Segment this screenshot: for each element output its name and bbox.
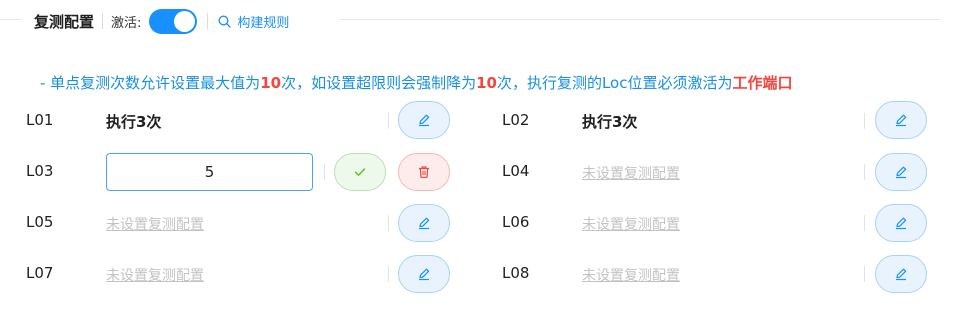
header-separator-2 — [207, 13, 209, 29]
header-divider-right — [340, 19, 940, 20]
notice-max-1: 10 — [260, 74, 282, 92]
notice-part-3: 次，执行复测的Loc位置必须激活为 — [496, 74, 733, 92]
delete-button-l03[interactable] — [398, 153, 450, 191]
row-label-l08: L08 — [502, 264, 530, 282]
row-label-l06: L06 — [502, 213, 530, 231]
row-label-l01: L01 — [26, 111, 54, 129]
notice-part-1: - 单点复测次数允许设置最大值为 — [40, 74, 261, 92]
edit-button-l08[interactable] — [875, 255, 927, 293]
row-label-l07: L07 — [26, 264, 54, 282]
row-label-l03: L03 — [26, 162, 54, 180]
row-value-l01: 执行3次 — [106, 113, 162, 131]
row-value-l04: 未设置复测配置 — [582, 166, 680, 182]
row-separator — [864, 164, 865, 180]
pencil-icon — [419, 114, 430, 127]
row-separator — [864, 113, 865, 129]
edit-button-l02[interactable] — [875, 101, 927, 139]
pencil-icon — [896, 114, 907, 127]
row-value-l07: 未设置复测配置 — [106, 268, 204, 284]
toggle-knob — [174, 10, 196, 32]
row-value-l05: 未设置复测配置 — [106, 217, 204, 233]
row-separator — [864, 266, 865, 282]
header-bar: 复测配置 激活: 构建规则 — [34, 8, 289, 34]
row-value-l06: 未设置复测配置 — [582, 217, 680, 233]
row-value-l08: 未设置复测配置 — [582, 268, 680, 284]
notice-max-2: 10 — [476, 74, 497, 92]
confirm-button-l03[interactable] — [334, 153, 386, 191]
row-label-l02: L02 — [502, 111, 530, 129]
build-rules-link[interactable]: 构建规则 — [218, 12, 289, 31]
header-divider-left — [0, 19, 22, 20]
pencil-icon — [896, 166, 907, 179]
active-label: 激活: — [111, 15, 142, 31]
edit-button-l05[interactable] — [398, 204, 450, 242]
row-separator — [864, 215, 865, 231]
page-title: 复测配置 — [34, 12, 95, 31]
notice-text: - 单点复测次数允许设置最大值为10次，如设置超限则会强制降为10次，执行复测的… — [40, 72, 793, 93]
header-separator — [102, 13, 104, 29]
check-icon — [354, 168, 366, 176]
active-toggle[interactable] — [149, 8, 198, 34]
row-label-l04: L04 — [502, 162, 530, 180]
trash-icon — [419, 166, 429, 178]
pencil-icon — [419, 268, 430, 281]
pencil-icon — [896, 268, 907, 281]
retest-count-input-l03[interactable] — [106, 153, 313, 191]
row-separator — [388, 113, 389, 129]
search-icon — [218, 15, 232, 28]
edit-button-l04[interactable] — [875, 153, 927, 191]
edit-button-l07[interactable] — [398, 255, 450, 293]
notice-part-2: 次，如设置超限则会强制降为 — [281, 74, 477, 92]
edit-button-l01[interactable] — [398, 101, 450, 139]
row-separator — [388, 266, 389, 282]
row-separator — [388, 215, 389, 231]
notice-work-port: 工作端口 — [732, 74, 793, 92]
pencil-icon — [896, 217, 907, 230]
edit-button-l06[interactable] — [875, 204, 927, 242]
row-separator — [324, 164, 325, 180]
row-value-l02: 执行3次 — [582, 113, 638, 131]
pencil-icon — [419, 217, 430, 230]
row-label-l05: L05 — [26, 213, 54, 231]
build-rules-label: 构建规则 — [237, 15, 290, 31]
